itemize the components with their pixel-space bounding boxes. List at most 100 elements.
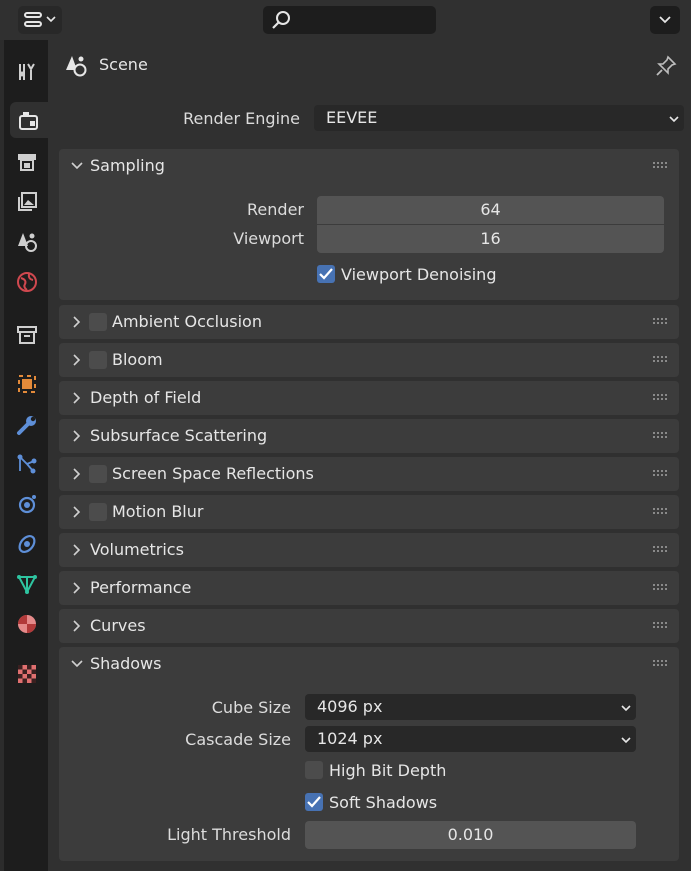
drag-grip-icon[interactable]: [653, 508, 667, 514]
chevron-down-icon: [669, 116, 679, 123]
tab-data[interactable]: [8, 565, 44, 601]
panel-shadows-title: Shadows: [90, 654, 162, 673]
panel-motion-blur[interactable]: Motion Blur: [59, 495, 679, 529]
tab-particles[interactable]: [8, 445, 44, 481]
object-icon: [18, 375, 36, 393]
drag-grip-icon[interactable]: [653, 660, 667, 666]
cube-size-label: Cube Size: [211, 698, 291, 717]
panel-performance[interactable]: Performance: [59, 571, 679, 605]
cube-size-value: 4096 px: [317, 697, 383, 716]
chevron-right-icon: [73, 354, 81, 366]
sampling-render-field[interactable]: 64: [317, 196, 664, 224]
tab-render[interactable]: [10, 102, 52, 138]
bloom-checkbox[interactable]: [89, 351, 107, 369]
render-engine-value: EEVEE: [326, 108, 378, 127]
physics-icon: [18, 495, 36, 514]
drag-grip-icon[interactable]: [653, 432, 667, 438]
panel-ambient-occlusion[interactable]: Ambient Occlusion: [59, 305, 679, 339]
drag-grip-icon[interactable]: [653, 470, 667, 476]
render-engine-dropdown[interactable]: EEVEE: [314, 105, 684, 131]
tab-constraints[interactable]: [8, 525, 44, 561]
drag-grip-icon[interactable]: [653, 584, 667, 590]
viewport-denoising-checkbox[interactable]: [317, 265, 335, 283]
chevron-down-icon: [659, 16, 671, 24]
ambient-occlusion-checkbox[interactable]: [89, 313, 107, 331]
chevron-right-icon: [73, 544, 81, 556]
tab-world[interactable]: [8, 263, 44, 299]
panel-volumetrics[interactable]: Volumetrics: [59, 533, 679, 567]
checkmark-icon: [319, 268, 333, 280]
tab-scene[interactable]: [8, 223, 44, 259]
panel-subsurface-scattering[interactable]: Subsurface Scattering: [59, 419, 679, 453]
chevron-down-icon: [621, 705, 631, 712]
chevron-right-icon: [73, 430, 81, 442]
chevron-right-icon: [73, 620, 81, 632]
drag-grip-icon[interactable]: [653, 394, 667, 400]
context-breadcrumb: Scene: [48, 40, 691, 90]
cascade-size-value: 1024 px: [317, 729, 383, 748]
panel-title: Bloom: [112, 350, 163, 369]
view-layer-icon: [18, 192, 37, 211]
soft-shadows-checkbox[interactable]: [305, 793, 323, 811]
properties-editor-icon: [24, 12, 42, 27]
drag-grip-icon[interactable]: [653, 318, 667, 324]
cascade-size-dropdown[interactable]: 1024 px: [305, 726, 636, 752]
world-icon: [17, 272, 37, 292]
high-bit-depth-checkbox[interactable]: [305, 761, 323, 779]
tab-physics[interactable]: [8, 485, 44, 521]
particles-icon: [17, 454, 37, 474]
drag-grip-icon[interactable]: [653, 356, 667, 362]
screen-space-reflections-checkbox[interactable]: [89, 465, 107, 483]
panel-curves[interactable]: Curves: [59, 609, 679, 643]
motion-blur-checkbox[interactable]: [89, 503, 107, 521]
panel-screen-space-reflections[interactable]: Screen Space Reflections: [59, 457, 679, 491]
light-threshold-field[interactable]: 0.010: [305, 821, 636, 849]
viewport-denoising-label: Viewport Denoising: [341, 265, 497, 284]
chevron-right-icon: [73, 316, 81, 328]
sampling-render-label: Render: [247, 200, 304, 219]
sampling-viewport-label: Viewport: [233, 229, 304, 248]
tab-modifiers[interactable]: [8, 406, 44, 442]
chevron-right-icon: [73, 392, 81, 404]
chevron-down-icon: [71, 162, 83, 170]
chevron-right-icon: [73, 468, 81, 480]
mesh-data-icon: [17, 575, 37, 595]
tab-tool[interactable]: [8, 53, 44, 89]
constraints-icon: [18, 535, 36, 553]
drag-grip-icon[interactable]: [653, 162, 667, 168]
tab-view-layer[interactable]: [8, 183, 44, 219]
options-button[interactable]: [650, 6, 680, 34]
drag-grip-icon[interactable]: [653, 546, 667, 552]
panel-title: Screen Space Reflections: [112, 464, 314, 483]
chevron-right-icon: [73, 582, 81, 594]
panel-title: Curves: [90, 616, 146, 635]
panel-sampling-title: Sampling: [90, 156, 165, 175]
panel-sampling-body: Render 64 Viewport 16 Viewport Denoising: [59, 183, 679, 300]
panel-shadows-header[interactable]: Shadows: [59, 647, 679, 681]
panel-sampling-header[interactable]: Sampling: [59, 149, 679, 183]
tab-output[interactable]: [8, 143, 44, 179]
tab-texture[interactable]: [8, 655, 44, 691]
drag-grip-icon[interactable]: [653, 622, 667, 628]
panel-depth-of-field[interactable]: Depth of Field: [59, 381, 679, 415]
soft-shadows-label: Soft Shadows: [329, 793, 438, 812]
panel-bloom[interactable]: Bloom: [59, 343, 679, 377]
pin-icon[interactable]: [654, 54, 678, 78]
collection-icon: [17, 326, 37, 344]
cascade-size-label: Cascade Size: [185, 730, 291, 749]
editor-type-button[interactable]: [18, 6, 62, 34]
output-icon: [18, 154, 36, 171]
tab-material[interactable]: [8, 605, 44, 641]
render-icon: [19, 112, 38, 130]
sampling-viewport-field[interactable]: 16: [317, 225, 664, 253]
tab-object[interactable]: [8, 365, 44, 401]
properties-main: Scene Render Engine EEVEE Sampling Rende…: [48, 40, 691, 871]
chevron-right-icon: [73, 506, 81, 518]
search-input[interactable]: [263, 6, 436, 34]
tab-collection[interactable]: [8, 316, 44, 352]
panel-shadows-body: Cube Size 4096 px Cascade Size 1024 px H…: [59, 681, 679, 861]
tool-icon: [19, 63, 35, 80]
context-scene-label: Scene: [99, 55, 148, 74]
render-engine-label: Render Engine: [183, 109, 300, 128]
cube-size-dropdown[interactable]: 4096 px: [305, 694, 636, 720]
